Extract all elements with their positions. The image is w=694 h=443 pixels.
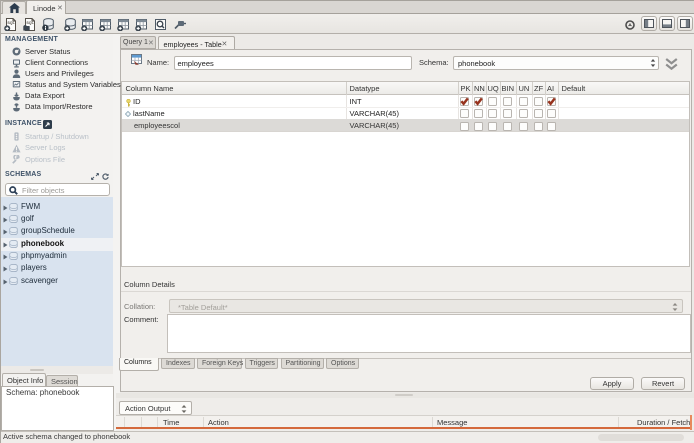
svg-text:SQL: SQL	[26, 21, 34, 25]
svg-text:SQL: SQL	[7, 21, 15, 25]
